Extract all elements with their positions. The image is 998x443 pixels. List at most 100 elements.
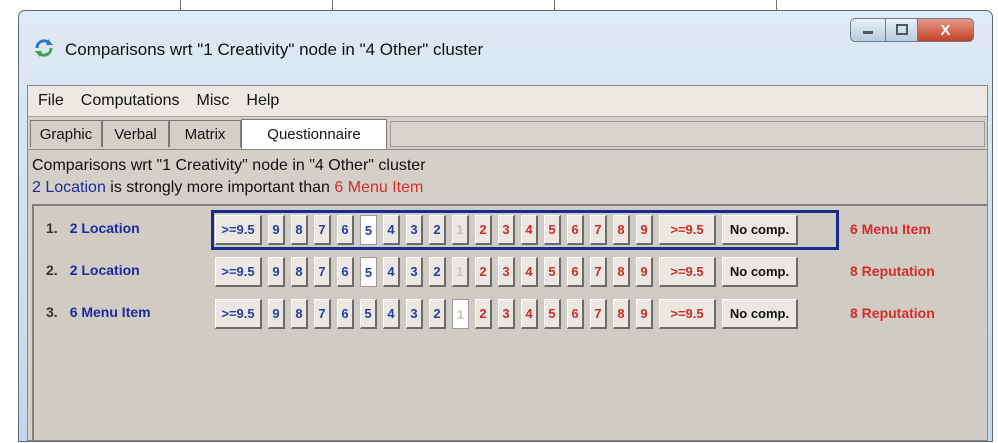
no-comparison-button[interactable]: No comp. bbox=[722, 257, 798, 287]
scale-button[interactable]: 9 bbox=[268, 215, 285, 245]
statement-right-node: 6 Menu Item bbox=[334, 179, 424, 196]
no-comparison-button[interactable]: No comp. bbox=[722, 215, 798, 245]
comparison-scale: >=9.5 9 8 7 6 5 4 3 2 1 2 3 4 5 6 7 8 9 >=9.5 No comp. bbox=[211, 210, 839, 250]
comparison-row: 2. 2 Location >=9.5 9 8 7 6 5 4 3 2 1 2 3 4 5 6 7 8 9 >=9.5 N… bbox=[34, 252, 987, 292]
scale-button[interactable]: 2 bbox=[429, 299, 446, 329]
scale-button[interactable]: 3 bbox=[498, 299, 515, 329]
scale-button[interactable]: >=9.5 bbox=[215, 215, 262, 245]
comparison-row: 3. 6 Menu Item >=9.5 9 8 7 6 5 4 3 2 1 2 3 4 5 6 7 8 9 >=9.5… bbox=[34, 294, 987, 334]
scale-button[interactable]: 4 bbox=[521, 215, 538, 245]
scale-button[interactable]: 2 bbox=[429, 257, 446, 287]
row-right-node: 6 Menu Item bbox=[850, 221, 931, 237]
menu-file[interactable]: File bbox=[31, 92, 71, 110]
minimize-icon bbox=[863, 31, 873, 34]
no-comparison-button[interactable]: No comp. bbox=[722, 299, 798, 329]
tab-questionnaire[interactable]: Questionnaire bbox=[241, 119, 387, 149]
comparison-row: 1. 2 Location >=9.5 9 8 7 6 5 4 3 2 1 2 3 4 5 6 7 8 9 >=9.5 N… bbox=[34, 210, 987, 250]
scale-button[interactable]: 3 bbox=[498, 215, 515, 245]
scale-button[interactable]: 2 bbox=[429, 215, 446, 245]
scale-button[interactable]: 2 bbox=[475, 299, 492, 329]
row-left-node: 1. 2 Location bbox=[46, 220, 140, 236]
scale-button[interactable]: 3 bbox=[498, 257, 515, 287]
refresh-icon bbox=[35, 39, 53, 57]
statement-text: is strongly more important than bbox=[105, 179, 335, 196]
scale-button[interactable]: 9 bbox=[268, 257, 285, 287]
scale-button[interactable]: 5 bbox=[544, 257, 561, 287]
scale-button[interactable]: 3 bbox=[406, 215, 423, 245]
scale-button[interactable]: 7 bbox=[590, 257, 607, 287]
window-controls: X bbox=[850, 18, 974, 44]
maximize-icon bbox=[895, 24, 908, 35]
scale-button[interactable]: 4 bbox=[383, 215, 400, 245]
row-left-node-label: 6 Menu Item bbox=[69, 304, 151, 320]
scale-button[interactable]: 8 bbox=[613, 257, 630, 287]
scale-button[interactable]: 9 bbox=[636, 299, 653, 329]
close-icon: X bbox=[940, 21, 951, 39]
scale-button[interactable]: >=9.5 bbox=[659, 257, 716, 287]
scale-button[interactable]: 4 bbox=[383, 299, 400, 329]
comparison-heading: Comparisons wrt "1 Creativity" node in "… bbox=[32, 157, 426, 174]
row-right-node: 8 Reputation bbox=[850, 263, 935, 279]
scale-button[interactable]: 1 bbox=[452, 299, 469, 329]
scale-button[interactable]: 3 bbox=[406, 257, 423, 287]
scale-button[interactable]: 3 bbox=[406, 299, 423, 329]
row-number: 3. bbox=[46, 304, 58, 320]
title-bar[interactable]: Comparisons wrt "1 Creativity" node in "… bbox=[19, 11, 992, 71]
close-button[interactable]: X bbox=[918, 18, 974, 42]
scale-button[interactable]: 6 bbox=[567, 215, 584, 245]
menu-misc[interactable]: Misc bbox=[190, 92, 237, 110]
scale-button[interactable]: >=9.5 bbox=[215, 257, 262, 287]
scale-button[interactable]: 6 bbox=[337, 257, 354, 287]
row-right-node: 8 Reputation bbox=[850, 305, 935, 321]
scale-button[interactable]: 8 bbox=[291, 215, 308, 245]
scale-button[interactable]: 7 bbox=[314, 257, 331, 287]
maximize-button[interactable] bbox=[886, 18, 918, 42]
scale-button[interactable]: 8 bbox=[291, 299, 308, 329]
scale-button[interactable]: 5 bbox=[360, 257, 377, 287]
scale-button[interactable]: 9 bbox=[636, 215, 653, 245]
questionnaire-panel: 1. 2 Location >=9.5 9 8 7 6 5 4 3 2 1 2 3 4 5 6 7 8 9 >=9.5 N… bbox=[32, 204, 987, 440]
scale-button[interactable]: 6 bbox=[567, 299, 584, 329]
scale-button[interactable]: 1 bbox=[452, 215, 469, 245]
row-left-node-label: 2 Location bbox=[69, 262, 140, 278]
comparison-scale: >=9.5 9 8 7 6 5 4 3 2 1 2 3 4 5 6 7 8 9 >=9.5 No comp. bbox=[211, 294, 839, 334]
row-left-node: 2. 2 Location bbox=[46, 262, 140, 278]
comparison-scale: >=9.5 9 8 7 6 5 4 3 2 1 2 3 4 5 6 7 8 9 >=9.5 No comp. bbox=[211, 252, 839, 292]
verbal-statement: 2 Location is strongly more important th… bbox=[32, 179, 423, 197]
row-left-node-label: 2 Location bbox=[69, 220, 140, 236]
scale-button[interactable]: 6 bbox=[337, 299, 354, 329]
scale-button[interactable]: 8 bbox=[291, 257, 308, 287]
tab-graphic[interactable]: Graphic bbox=[30, 120, 102, 147]
tab-bar: Graphic Verbal Matrix Questionnaire bbox=[28, 117, 987, 150]
scale-button[interactable]: 9 bbox=[636, 257, 653, 287]
scale-button[interactable]: >=9.5 bbox=[659, 215, 716, 245]
scale-button[interactable]: 5 bbox=[544, 215, 561, 245]
minimize-button[interactable] bbox=[850, 18, 886, 42]
scale-button[interactable]: 5 bbox=[360, 299, 377, 329]
scale-button[interactable]: >=9.5 bbox=[215, 299, 262, 329]
scale-button[interactable]: 7 bbox=[590, 299, 607, 329]
scale-button[interactable]: 8 bbox=[613, 215, 630, 245]
scale-button[interactable]: 2 bbox=[475, 215, 492, 245]
comparison-window: Comparisons wrt "1 Creativity" node in "… bbox=[18, 10, 993, 442]
scale-button[interactable]: 9 bbox=[268, 299, 285, 329]
scale-button[interactable]: 5 bbox=[360, 215, 377, 245]
scale-button[interactable]: 6 bbox=[567, 257, 584, 287]
tab-matrix[interactable]: Matrix bbox=[169, 120, 241, 147]
scale-button[interactable]: 2 bbox=[475, 257, 492, 287]
scale-button[interactable]: 8 bbox=[613, 299, 630, 329]
menu-help[interactable]: Help bbox=[239, 92, 286, 110]
menu-computations[interactable]: Computations bbox=[74, 92, 187, 110]
scale-button[interactable]: 4 bbox=[521, 257, 538, 287]
scale-button[interactable]: 4 bbox=[521, 299, 538, 329]
row-number: 1. bbox=[46, 220, 58, 236]
scale-button[interactable]: 6 bbox=[337, 215, 354, 245]
scale-button[interactable]: >=9.5 bbox=[659, 299, 716, 329]
tab-verbal[interactable]: Verbal bbox=[102, 120, 169, 147]
scale-button[interactable]: 1 bbox=[452, 257, 469, 287]
scale-button[interactable]: 7 bbox=[314, 215, 331, 245]
scale-button[interactable]: 5 bbox=[544, 299, 561, 329]
scale-button[interactable]: 4 bbox=[383, 257, 400, 287]
scale-button[interactable]: 7 bbox=[590, 215, 607, 245]
scale-button[interactable]: 7 bbox=[314, 299, 331, 329]
